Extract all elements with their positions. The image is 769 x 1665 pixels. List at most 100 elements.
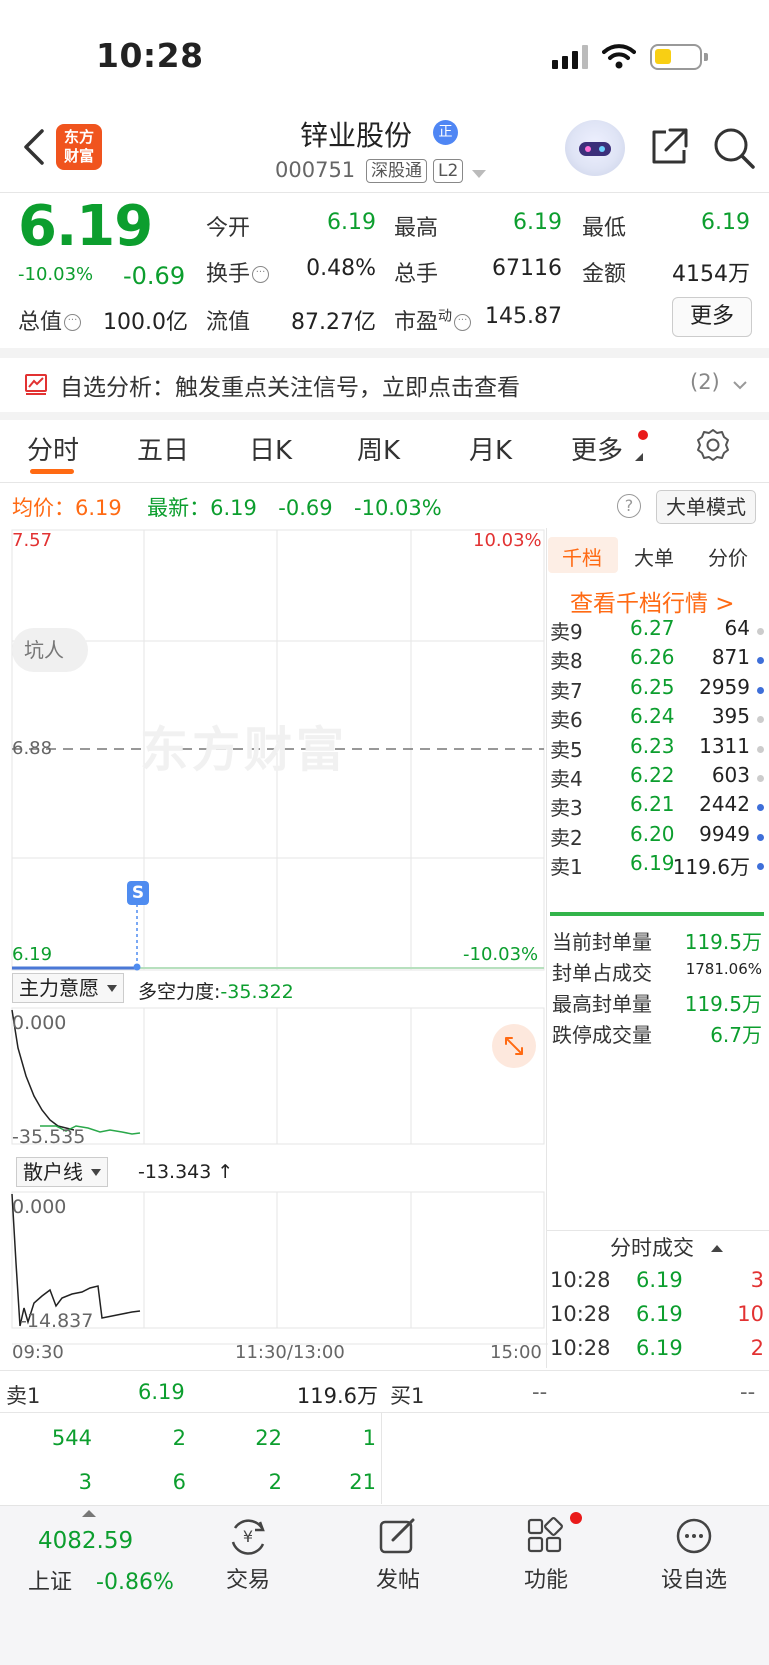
view-qiandang-link[interactable]: 查看千档行情 >: [570, 584, 735, 618]
tab-big-orders[interactable]: 大单: [634, 542, 674, 571]
chart-summary: 均价：6.19 最新：6.19 -0.69 -10.03%: [12, 492, 442, 522]
tick-volume: 10: [737, 1302, 764, 1326]
back-arrow-icon[interactable]: [16, 127, 56, 167]
ask-price: 6.23: [630, 733, 675, 758]
divider: [381, 1412, 382, 1504]
indicator2-value: -13.343 ↑: [138, 1161, 234, 1183]
ask-row[interactable]: 卖7 6.25 2959: [550, 675, 764, 705]
help-icon[interactable]: ?: [617, 494, 641, 518]
more-stats-button[interactable]: 更多: [672, 297, 752, 337]
nav-post[interactable]: 发帖: [348, 1516, 448, 1594]
indicator1-name: 主力意愿: [19, 976, 99, 1000]
ask-dot-icon: [757, 804, 764, 812]
assistant-robot-icon[interactable]: [565, 120, 625, 176]
ask-price: 6.27: [630, 616, 675, 640]
queue-order-volume: 3: [78, 1470, 92, 1494]
tab-intraday[interactable]: 分时: [27, 430, 79, 467]
nav-trade[interactable]: ¥ 交易: [198, 1516, 298, 1594]
ask-row[interactable]: 卖8 6.26 871: [550, 645, 764, 675]
more-circle-icon: [676, 1518, 712, 1554]
big-order-mode-button[interactable]: 大单模式: [656, 490, 756, 524]
tab-daily-k[interactable]: 日K: [249, 430, 292, 467]
index-expand-icon[interactable]: [82, 1510, 96, 1517]
latest-change: -0.69: [278, 496, 333, 520]
ask-level-label: 卖4: [550, 767, 583, 791]
ask-row[interactable]: 卖5 6.23 1311: [550, 734, 764, 764]
stock-code: 000751: [275, 158, 356, 182]
dropdown-triangle-icon: [107, 985, 117, 992]
tab-weekly-k[interactable]: 周K: [357, 430, 400, 467]
ask-dot-icon: [757, 716, 764, 724]
tab-more[interactable]: 更多: [571, 430, 623, 467]
active-tab-indicator: [30, 469, 74, 474]
tab-qiandang[interactable]: 千档: [562, 542, 602, 571]
y-axis-bottom-pct: -10.03%: [463, 944, 539, 965]
seal-stat-row: 最高封单量 119.5万: [552, 988, 762, 1017]
seal-stat-label: 最高封单量: [552, 992, 652, 1016]
tick-volume: 2: [750, 1336, 764, 1360]
app-logo[interactable]: 东方 财富: [56, 124, 102, 170]
ask-volume: 64: [724, 616, 750, 640]
tab-monthly-k[interactable]: 月K: [469, 430, 512, 467]
index-value[interactable]: 4082.59: [38, 1528, 133, 1554]
ask-volume: 119.6万: [672, 855, 750, 880]
l1-sell-label: 卖1: [6, 1384, 41, 1408]
amount-label: 金额: [582, 262, 627, 287]
expand-icon[interactable]: [492, 1024, 536, 1068]
divider: [0, 348, 769, 358]
indicator2-selector[interactable]: 散户线: [16, 1157, 108, 1187]
turnover-label[interactable]: 换手 ···: [206, 256, 270, 288]
nav-post-label: 发帖: [375, 1568, 420, 1593]
notification-dot: [570, 1512, 582, 1524]
expand-arrows-icon: [505, 1037, 523, 1055]
tick-time: 10:28: [550, 1302, 611, 1326]
ask-row[interactable]: 卖6 6.24 395: [550, 704, 764, 734]
tab-price-distribution[interactable]: 分价: [708, 542, 748, 571]
queue-order-volume: 2: [172, 1426, 186, 1450]
ask-row[interactable]: 卖4 6.22 603: [550, 763, 764, 793]
low-value: 6.19: [701, 210, 750, 235]
seal-stat-value: 6.7万: [710, 1023, 762, 1047]
ask-price: 6.22: [630, 763, 675, 787]
tick-list-header[interactable]: 分时成交: [610, 1232, 723, 1262]
ask-row[interactable]: 卖9 6.27 64: [550, 616, 764, 646]
ask-row[interactable]: 卖3 6.21 2442: [550, 792, 764, 822]
tab-five-day[interactable]: 五日: [137, 430, 189, 467]
market-cap-label[interactable]: 总值 ···: [18, 304, 82, 336]
share-icon[interactable]: [648, 126, 690, 168]
watchlist-analysis-banner[interactable]: 自选分析：触发重点关注信号，立即点击查看 (2): [0, 358, 769, 412]
chevron-down-icon: [733, 381, 747, 390]
stock-switch-chevron-icon[interactable]: [472, 170, 486, 178]
ask-volume: 2959: [699, 674, 750, 699]
nav-functions[interactable]: 功能: [496, 1516, 596, 1594]
y-axis-top: 7.57: [12, 530, 53, 551]
ask-row[interactable]: 卖2 6.20 9949: [550, 822, 764, 852]
pe-label[interactable]: 市盈动 ···: [394, 304, 472, 336]
latest-change-pct: -10.03%: [354, 496, 442, 520]
signal-marker[interactable]: S: [127, 881, 149, 905]
tick-list-title: 分时成交: [610, 1236, 694, 1260]
nav-add-watchlist[interactable]: 设自选: [644, 1516, 744, 1594]
x-axis-midday: 11:30/13:00: [235, 1342, 345, 1363]
seal-stat-value: 119.5万: [684, 930, 762, 954]
index-ticker[interactable]: 上证 -0.86%: [28, 1564, 174, 1596]
seal-stat-value: 1781.06%: [685, 960, 762, 978]
nav-trade-label: 交易: [225, 1568, 270, 1593]
seal-stat-label: 当前封单量: [552, 930, 652, 954]
open-value: 6.19: [327, 210, 376, 235]
ask-price: 6.20: [630, 821, 675, 846]
dropdown-triangle-icon: [91, 1169, 101, 1176]
ask-row[interactable]: 卖1 6.19 119.6万: [550, 851, 764, 881]
status-bar: 10:28: [0, 0, 769, 110]
change-amount: -0.69: [123, 262, 186, 290]
user-tag-bubble[interactable]: 坑人: [12, 628, 88, 672]
search-icon[interactable]: [712, 126, 756, 170]
ask-level-label: 卖5: [550, 737, 583, 762]
volume-label: 总手: [394, 262, 439, 287]
stock-name[interactable]: 锌业股份: [300, 114, 412, 154]
tick-price: 6.19: [636, 1302, 683, 1326]
indicator1-selector[interactable]: 主力意愿: [12, 973, 124, 1003]
gear-icon[interactable]: [696, 428, 730, 462]
ask-dot-icon: [757, 657, 764, 665]
market-cap-value: 100.0亿: [103, 310, 188, 335]
